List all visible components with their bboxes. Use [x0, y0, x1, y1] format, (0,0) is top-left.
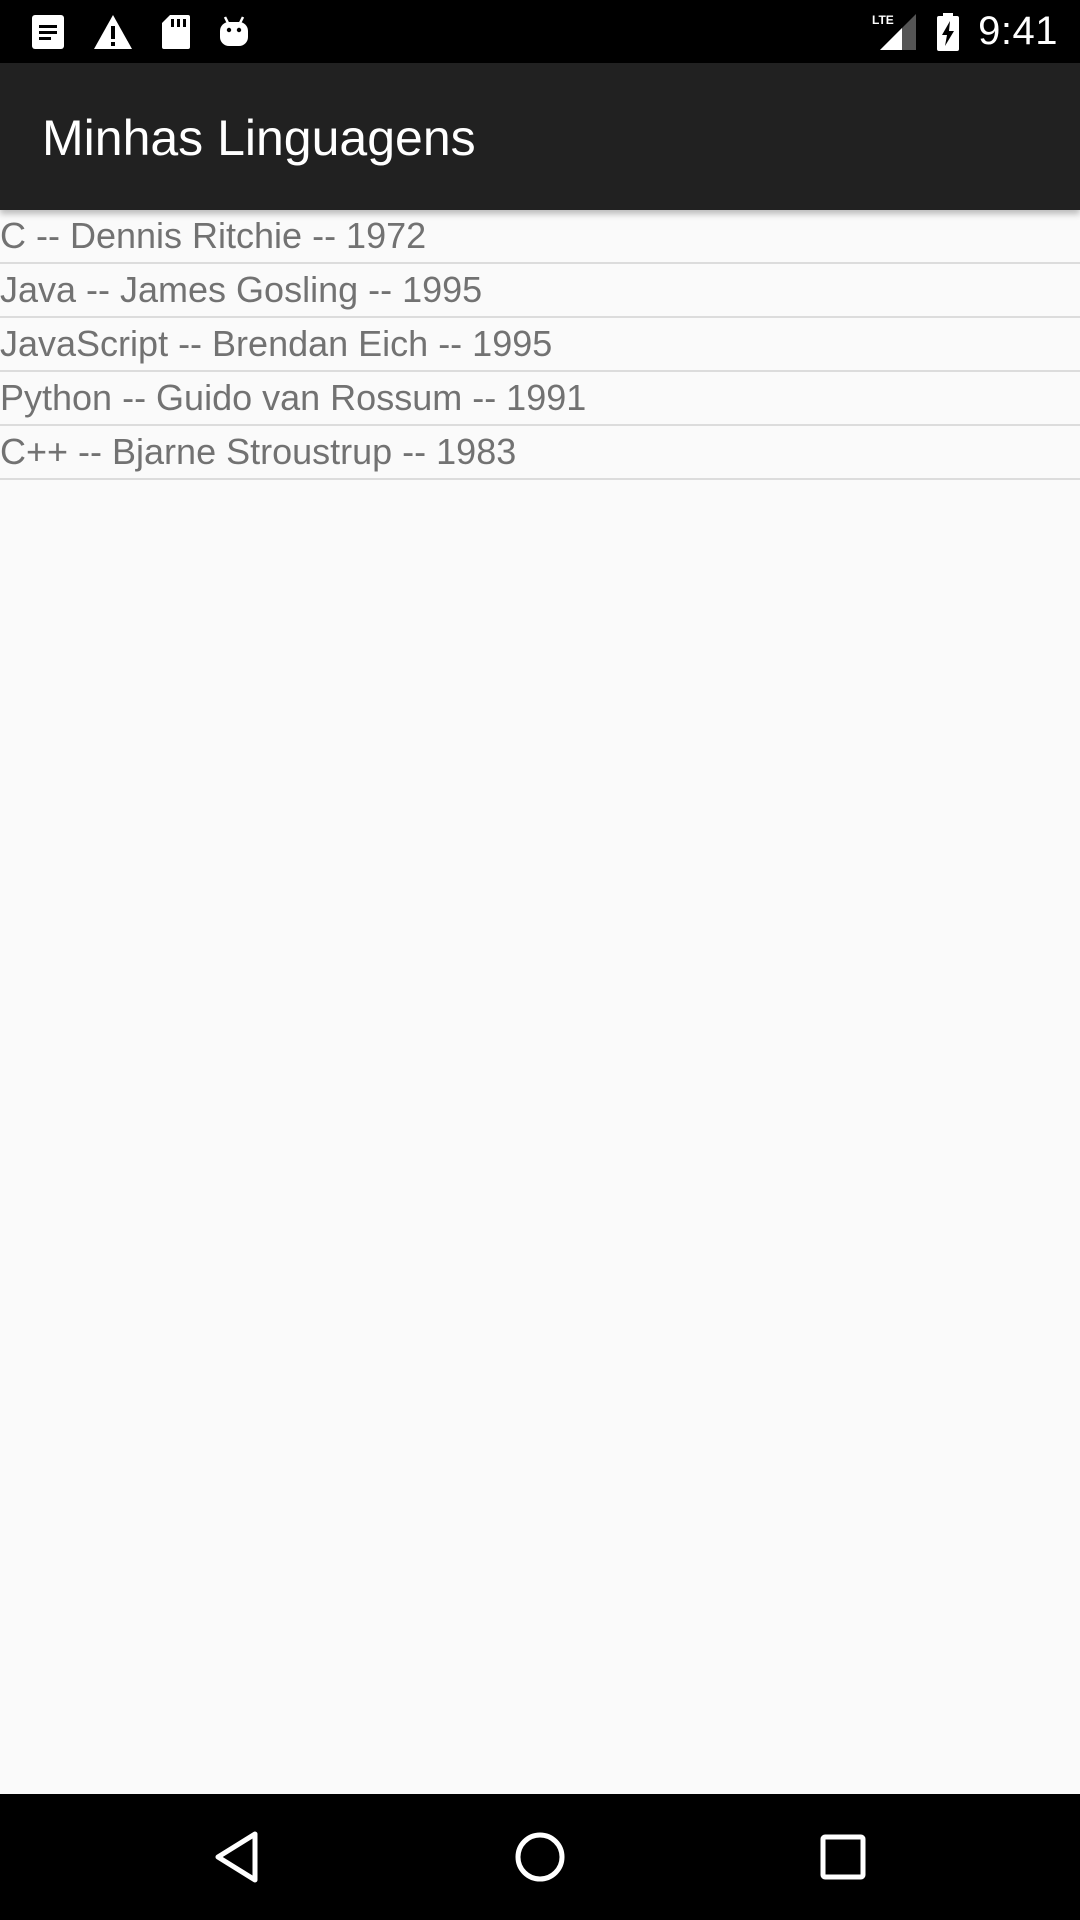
navigation-bar [0, 1794, 1080, 1920]
list-item[interactable]: C++ -- Bjarne Stroustrup -- 1983 [0, 426, 1080, 480]
lte-label: LTE [872, 13, 894, 27]
battery-charging-icon [937, 12, 960, 51]
list-item[interactable]: Java -- James Gosling -- 1995 [0, 264, 1080, 318]
app-title: Minhas Linguagens [42, 110, 476, 166]
status-time: 9:41 [978, 9, 1058, 53]
list-item[interactable]: Python -- Guido van Rossum -- 1991 [0, 372, 1080, 426]
home-button[interactable] [510, 1827, 570, 1887]
recents-button[interactable] [813, 1827, 873, 1887]
language-list: C -- Dennis Ritchie -- 1972 Java -- Jame… [0, 210, 1080, 480]
sd-card-icon [162, 14, 190, 49]
list-item[interactable]: JavaScript -- Brendan Eich -- 1995 [0, 318, 1080, 372]
screen: LTE 9:41 Minhas Linguagens C -- Dennis R… [0, 0, 1080, 1920]
back-button[interactable] [207, 1827, 267, 1887]
warning-icon [94, 14, 132, 49]
notes-icon [32, 14, 64, 49]
app-bar: Minhas Linguagens [0, 63, 1080, 210]
notification-icons [30, 10, 250, 53]
status-bar: LTE 9:41 [0, 0, 1080, 63]
android-icon [220, 15, 248, 46]
back-icon [215, 1831, 258, 1883]
home-icon [515, 1832, 565, 1882]
recents-icon [820, 1834, 866, 1880]
system-status: LTE 9:41 [872, 0, 1058, 63]
lte-signal-icon: LTE [872, 13, 917, 50]
list-item[interactable]: C -- Dennis Ritchie -- 1972 [0, 210, 1080, 264]
